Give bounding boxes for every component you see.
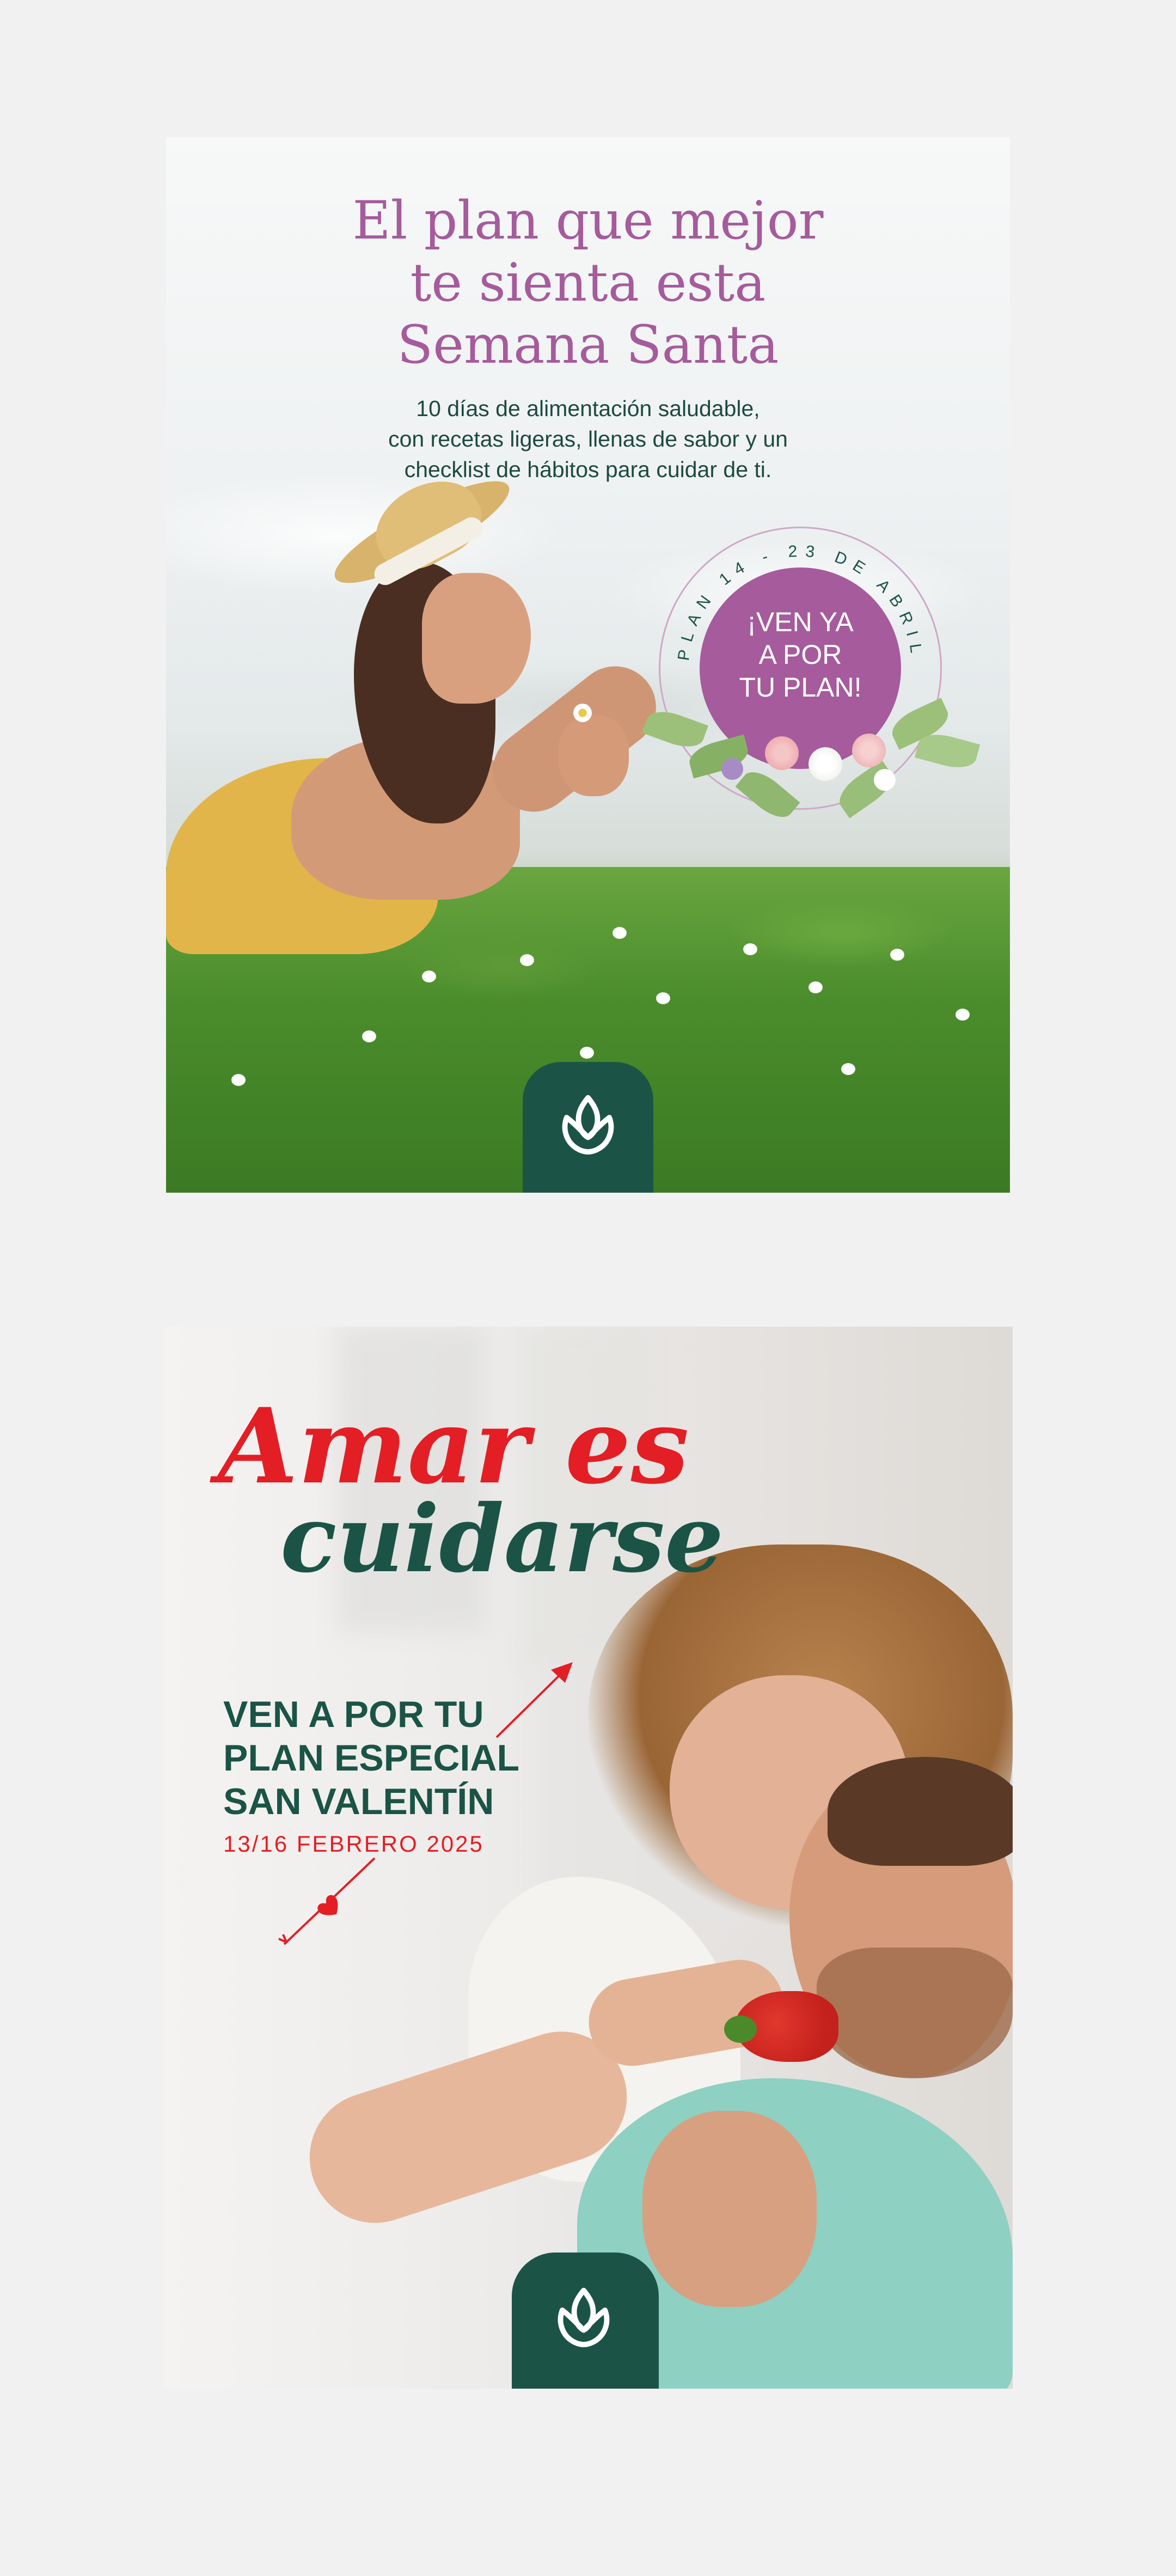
badge-line-1: ¡VEN YA bbox=[747, 607, 854, 637]
brand-logo-tab[interactable] bbox=[523, 1062, 653, 1193]
san-valentin-card[interactable]: Amar es cuidarse VEN A POR TU PLAN ESPEC… bbox=[163, 1327, 1013, 2389]
title-line-1: El plan que mejor bbox=[352, 190, 824, 251]
badge-line-2: A POR bbox=[758, 639, 842, 670]
card1-title: El plan que mejor te sienta esta Semana … bbox=[166, 190, 1010, 376]
card1-subtitle: 10 días de alimentación saludable, con r… bbox=[166, 393, 1010, 485]
subtitle-line-3: checklist de hábitos para cuidar de ti. bbox=[404, 457, 772, 482]
lotus-logo-icon bbox=[558, 2287, 610, 2347]
title-line-2: te sienta esta bbox=[410, 252, 766, 313]
cupid-arrow-icon bbox=[278, 1662, 573, 1945]
lotus-logo-icon bbox=[562, 1095, 614, 1155]
badge-line-3: TU PLAN! bbox=[739, 672, 862, 703]
subtitle-line-1: 10 días de alimentación saludable, bbox=[416, 396, 760, 421]
badge-cta[interactable]: ¡VEN YA A POR TU PLAN! bbox=[700, 606, 901, 704]
semana-santa-card[interactable]: El plan que mejor te sienta esta Semana … bbox=[166, 137, 1010, 1193]
brand-logo-tab[interactable] bbox=[512, 2253, 659, 2389]
subtitle-line-2: con recetas ligeras, llenas de sabor y u… bbox=[388, 426, 788, 451]
title-line-3: Semana Santa bbox=[397, 314, 779, 375]
